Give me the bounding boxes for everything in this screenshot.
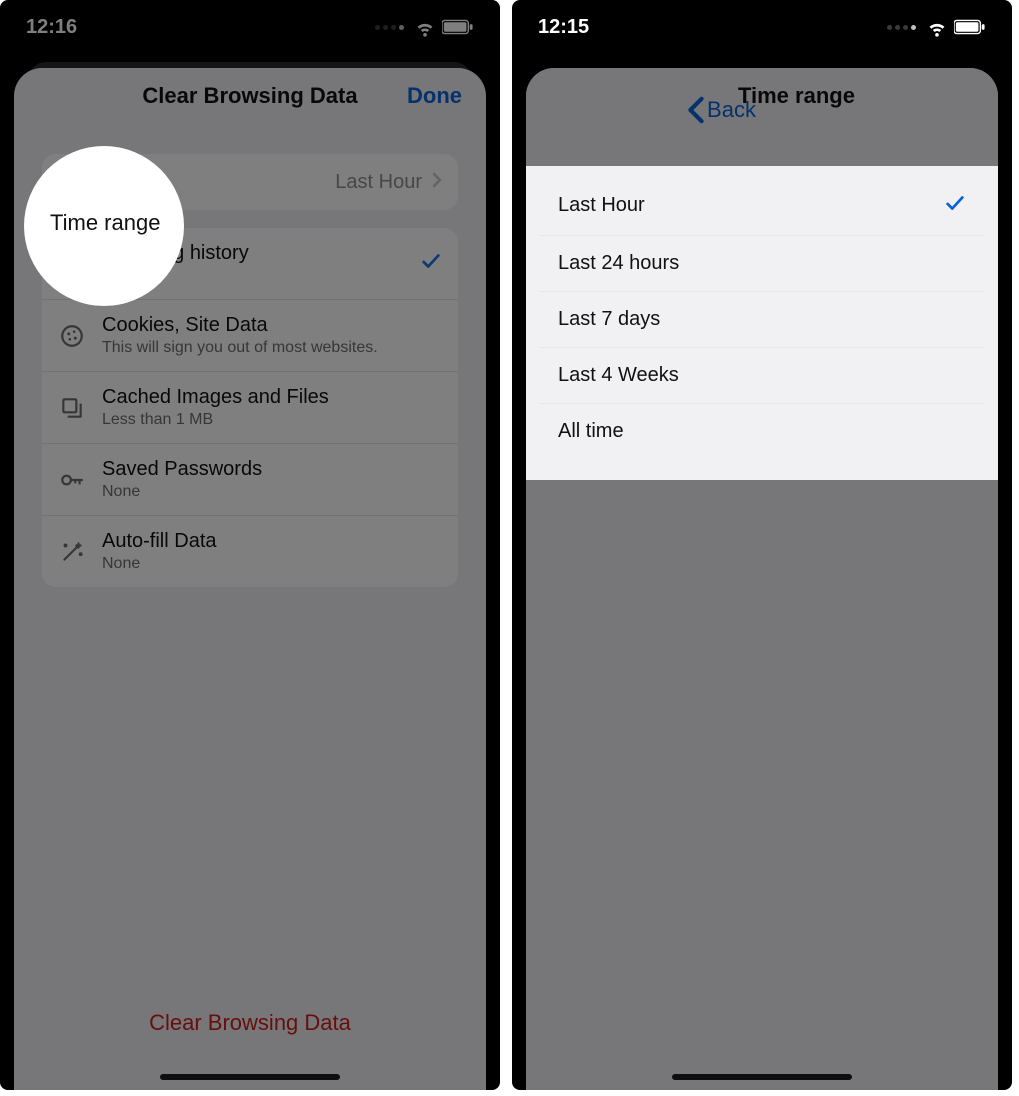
- time-range-value: Last Hour: [335, 171, 422, 194]
- cellular-icon: [887, 25, 916, 30]
- row-title: Cached Images and Files: [102, 386, 442, 409]
- home-indicator: [672, 1074, 852, 1080]
- sheet-header: Clear Browsing Data Done: [14, 68, 486, 124]
- cookie-icon: [58, 322, 86, 350]
- screenshot-clear-browsing-data: 12:16 Clear Browsing Data Done: [0, 0, 500, 1090]
- option-label: Last Hour: [558, 194, 645, 217]
- page-title: Clear Browsing Data: [142, 83, 357, 109]
- time-range-option[interactable]: Last 4 Weeks: [540, 347, 984, 403]
- data-type-row[interactable]: Auto-fill Data None: [42, 515, 458, 587]
- option-label: Last 7 days: [558, 308, 660, 331]
- time-range-option[interactable]: Last Hour: [540, 176, 984, 235]
- row-subtitle: Less than 1 MB: [102, 411, 442, 429]
- check-icon: [420, 250, 442, 277]
- data-type-row[interactable]: Saved Passwords None: [42, 443, 458, 515]
- data-type-row[interactable]: Cached Images and Files Less than 1 MB: [42, 371, 458, 443]
- option-label: Last 4 Weeks: [558, 364, 679, 387]
- row-title: Auto-fill Data: [102, 530, 442, 553]
- row-title: Saved Passwords: [102, 458, 442, 481]
- time-range-options: Last Hour Last 24 hours Last 7 days Last 4 …: [526, 166, 998, 473]
- data-type-row[interactable]: Cookies, Site Data This will sign you out…: [42, 299, 458, 371]
- clear-browsing-data-button[interactable]: Clear Browsing Data: [28, 1010, 472, 1036]
- wand-icon: [58, 538, 86, 566]
- option-label: All time: [558, 420, 624, 443]
- row-title: Cookies, Site Data: [102, 314, 442, 337]
- check-icon: [944, 192, 966, 219]
- time-range-option[interactable]: All time: [540, 403, 984, 459]
- time-range-option[interactable]: Last 7 days: [540, 291, 984, 347]
- status-time: 12:16: [26, 16, 77, 39]
- chevron-right-icon: [432, 171, 442, 194]
- wifi-icon: [926, 16, 948, 38]
- wifi-icon: [414, 16, 436, 38]
- spotlight-label: Time range: [50, 210, 160, 236]
- battery-icon: [442, 19, 474, 35]
- cellular-icon: [375, 25, 404, 30]
- row-subtitle: This will sign you out of most websites.: [102, 339, 442, 357]
- page-title: Time range: [738, 83, 855, 109]
- layers-icon: [58, 394, 86, 422]
- done-button[interactable]: Done: [407, 83, 462, 109]
- status-bar: 12:15: [512, 0, 1012, 54]
- home-indicator: [160, 1074, 340, 1080]
- row-subtitle: None: [102, 555, 442, 573]
- battery-icon: [954, 19, 986, 35]
- sheet-header: Back Time range: [526, 68, 998, 124]
- key-icon: [58, 466, 86, 494]
- status-bar: 12:16: [0, 0, 500, 54]
- screenshot-time-range: 12:15 Back Time range: [512, 0, 1012, 1090]
- status-time: 12:15: [538, 16, 589, 39]
- row-subtitle: None: [102, 483, 442, 501]
- option-label: Last 24 hours: [558, 252, 679, 275]
- time-range-option[interactable]: Last 24 hours: [540, 235, 984, 291]
